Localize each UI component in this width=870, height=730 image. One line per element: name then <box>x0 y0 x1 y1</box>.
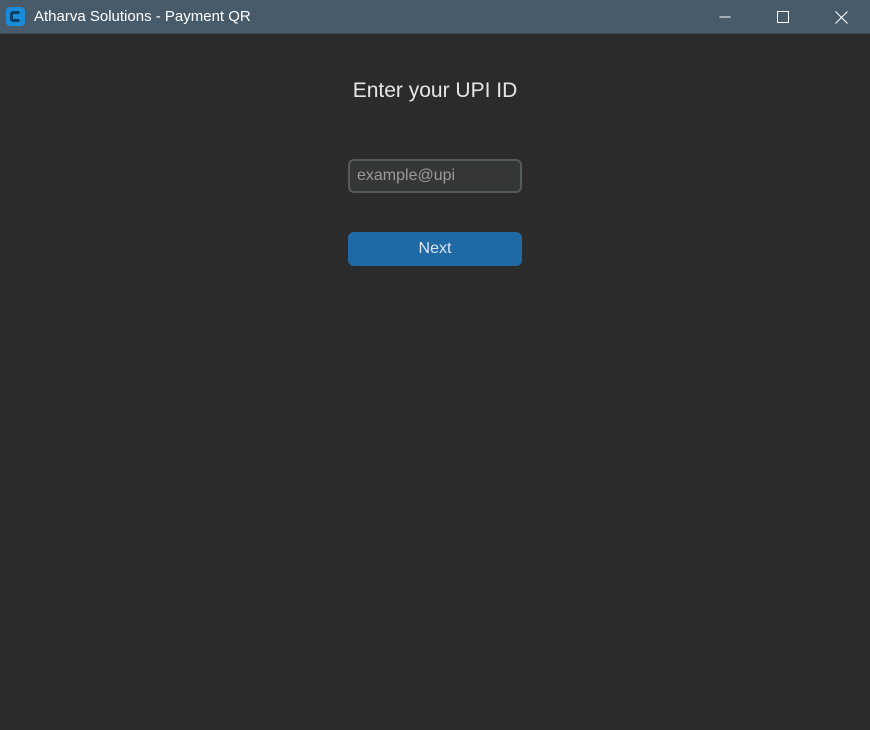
minimize-button[interactable] <box>696 0 754 34</box>
page-heading: Enter your UPI ID <box>352 79 518 102</box>
minimize-icon <box>719 16 731 18</box>
maximize-icon <box>777 11 789 23</box>
app-window: Atharva Solutions - Payment QR Enter you… <box>0 0 870 730</box>
close-button[interactable] <box>812 0 870 34</box>
app-c-logo-icon <box>6 7 25 26</box>
close-icon <box>834 10 848 24</box>
maximize-button[interactable] <box>754 0 812 34</box>
next-button[interactable]: Next <box>348 232 522 266</box>
title-bar[interactable]: Atharva Solutions - Payment QR <box>0 0 870 34</box>
upi-id-input[interactable] <box>348 159 522 193</box>
window-title: Atharva Solutions - Payment QR <box>34 8 251 25</box>
